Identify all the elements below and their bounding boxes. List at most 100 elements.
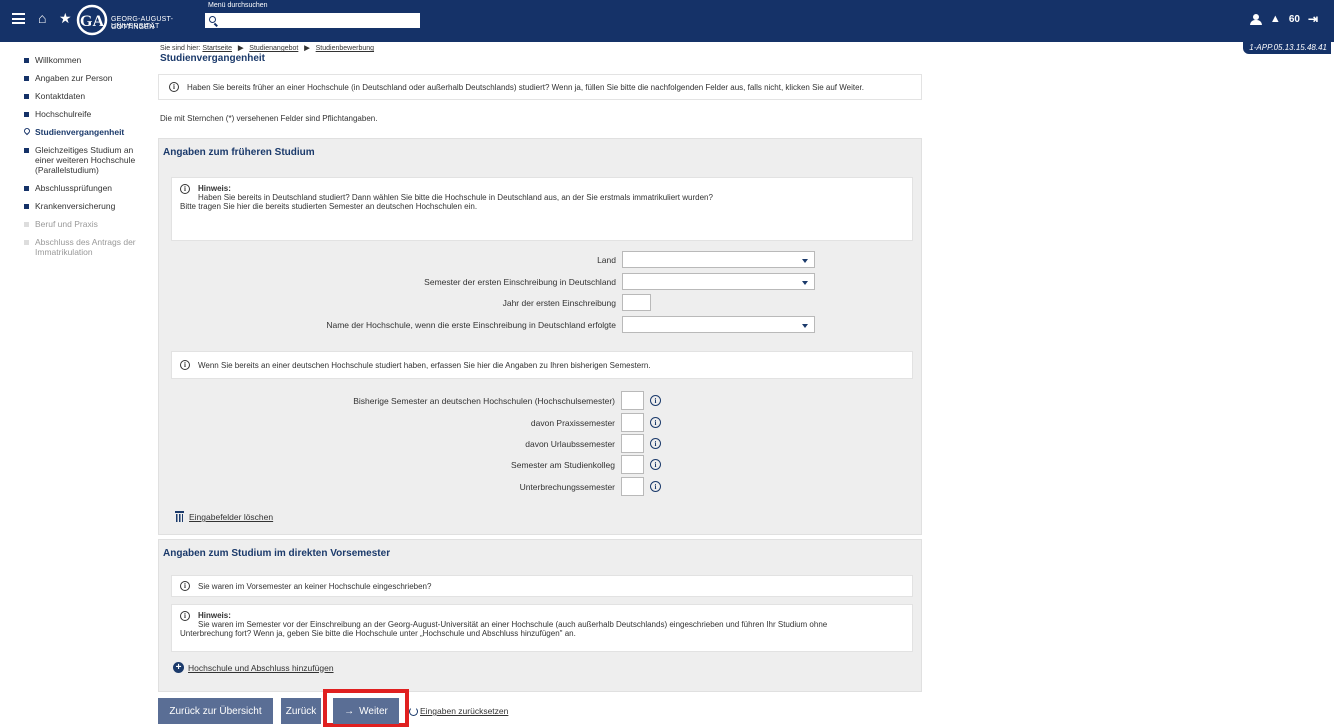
kolleg-semester-input[interactable]	[621, 455, 644, 474]
hint-body: Hinweis: Sie waren im Semester vor der E…	[198, 611, 827, 629]
section-title: Angaben zum früheren Studium	[163, 147, 315, 158]
menu-search-input[interactable]	[205, 13, 420, 28]
semester-label: davon Urlaubssemester	[525, 438, 615, 449]
sidebar-item-abschlusspruefungen[interactable]: Abschlussprüfungen	[24, 183, 154, 193]
next-button[interactable]: → Weiter	[333, 698, 399, 724]
page-title: Studienvergangenheit	[160, 53, 266, 64]
sidebar-item-parallelstudium[interactable]: Gleichzeitiges Studium an einer weiteren…	[24, 145, 154, 175]
land-select[interactable]	[622, 251, 815, 268]
hint-title: Hinweis:	[198, 611, 231, 620]
user-icon[interactable]	[1249, 13, 1262, 25]
chevron-down-icon	[802, 324, 808, 328]
chevron-right-icon: ▶	[304, 45, 310, 52]
no-previous-study-card: i Sie waren im Vorsemester an keiner Hoc…	[171, 575, 913, 597]
add-university-row: + Hochschule und Abschluss hinzufügen	[173, 662, 334, 673]
bell-icon[interactable]: ▲	[1270, 13, 1281, 25]
header-actions: ▲ 60 ⇥	[1249, 12, 1318, 26]
info-icon: i	[169, 82, 179, 92]
info-icon[interactable]: i	[650, 481, 661, 492]
location-pin-icon	[22, 126, 32, 136]
menu-icon[interactable]	[12, 13, 25, 24]
no-previous-study-text: Sie waren im Vorsemester an keiner Hochs…	[198, 581, 432, 591]
star-icon[interactable]: ★	[59, 10, 72, 27]
sidebar-item-label: Studienvergangenheit	[35, 127, 125, 137]
sidebar-nav: Willkommen Angaben zur Person Kontaktdat…	[22, 55, 154, 265]
university-row: Name der Hochschule, wenn die erste Eins…	[159, 316, 815, 333]
breadcrumb-startseite[interactable]: Startseite	[202, 45, 232, 52]
sidebar-item-label: Angaben zur Person	[35, 73, 113, 83]
bullet-icon	[24, 186, 29, 191]
info-icon: i	[180, 184, 190, 194]
sidebar-item-label: Abschlussprüfungen	[35, 183, 113, 193]
breadcrumb: Sie sind hier: Startseite ▶ Studienangeb…	[160, 44, 374, 52]
svg-text:GA: GA	[80, 13, 104, 30]
sidebar-item-hochschulreife[interactable]: Hochschulreife	[24, 109, 154, 119]
sidebar-item-kontaktdaten[interactable]: Kontaktdaten	[24, 91, 154, 101]
home-icon[interactable]: ⌂	[38, 10, 46, 26]
sidebar-item-krankenversicherung[interactable]: Krankenversicherung	[24, 201, 154, 211]
info-icon[interactable]: i	[650, 459, 661, 470]
semester-row-urlaub: davon Urlaubssemester i	[159, 434, 661, 453]
back-button[interactable]: Zurück	[281, 698, 321, 724]
menu-search-label: Menü durchsuchen	[208, 2, 268, 9]
bullet-icon	[24, 240, 29, 245]
semester-row-unterbrechung: Unterbrechungssemester i	[159, 477, 661, 496]
urlaub-semester-input[interactable]	[621, 434, 644, 453]
info-icon[interactable]: i	[650, 417, 661, 428]
arrow-right-icon: →	[344, 705, 355, 717]
sidebar-item-label: Beruf und Praxis	[35, 219, 98, 229]
breadcrumb-studienbewerbung[interactable]: Studienbewerbung	[316, 45, 374, 52]
info-icon[interactable]: i	[650, 438, 661, 449]
hint-line: Bitte tragen Sie hier die bereits studie…	[180, 202, 478, 211]
reset-inputs[interactable]: Eingaben zurücksetzen	[409, 706, 508, 716]
plus-circle-icon[interactable]: +	[173, 662, 184, 673]
sidebar-item-label: Willkommen	[35, 55, 82, 65]
hint-content: i Hinweis: Sie waren im Semester vor der…	[180, 611, 904, 629]
info-icon[interactable]: i	[650, 395, 661, 406]
sidebar-item-label: Hochschulreife	[35, 109, 92, 119]
unterbrechung-semester-input[interactable]	[621, 477, 644, 496]
sidebar-item-person[interactable]: Angaben zur Person	[24, 73, 154, 83]
semester-row-praxis: davon Praxissemester i	[159, 413, 661, 432]
sidebar-item-willkommen[interactable]: Willkommen	[24, 55, 154, 65]
year-first-input[interactable]	[622, 294, 651, 311]
add-university-link[interactable]: Hochschule und Abschluss hinzufügen	[188, 663, 334, 673]
bullet-icon	[24, 58, 29, 63]
next-button-label: Weiter	[359, 705, 388, 717]
semester-label: davon Praxissemester	[530, 417, 615, 428]
university-label: Name der Hochschule, wenn die erste Eins…	[326, 319, 616, 330]
section-title: Angaben zum Studium im direkten Vorsemes…	[163, 548, 391, 559]
university-select[interactable]	[622, 316, 815, 333]
praxis-semester-input[interactable]	[621, 413, 644, 432]
hint-body: Hinweis: Haben Sie bereits in Deutschlan…	[198, 184, 713, 202]
logout-icon[interactable]: ⇥	[1308, 12, 1318, 26]
info-icon: i	[180, 360, 190, 370]
semester-total-input[interactable]	[621, 391, 644, 410]
menu-search: Menü durchsuchen	[205, 2, 420, 28]
hint-line: Unterbrechung fort? Wenn ja, geben Sie b…	[180, 629, 576, 638]
sidebar-item-studienvergangenheit[interactable]: Studienvergangenheit	[22, 126, 154, 137]
semester-label: Semester am Studienkolleg	[511, 459, 615, 470]
breadcrumb-studienangebot[interactable]: Studienangebot	[249, 45, 298, 52]
hint-card: i Hinweis: Haben Sie bereits in Deutschl…	[171, 177, 913, 241]
bullet-icon	[24, 112, 29, 117]
sidebar-item-label: Krankenversicherung	[35, 201, 116, 211]
clear-fields-link[interactable]: Eingabefelder löschen	[189, 512, 273, 522]
trash-icon[interactable]	[175, 511, 184, 522]
info-icon: i	[180, 611, 190, 621]
semester-label: Unterbrechungssemester	[519, 481, 615, 492]
sidebar-item-label: Kontaktdaten	[35, 91, 86, 101]
semester-first-select[interactable]	[622, 273, 815, 290]
breadcrumb-prefix: Sie sind hier:	[160, 45, 201, 52]
chevron-right-icon: ▶	[237, 45, 244, 52]
hint-line: Haben Sie bereits in Deutschland studier…	[198, 193, 713, 202]
university-logo[interactable]: GA GEORG-AUGUST-UNIVERSITÄT GÖTTINGEN	[76, 4, 196, 36]
bullet-icon	[24, 204, 29, 209]
hint-title: Hinweis:	[198, 184, 231, 193]
back-to-overview-button[interactable]: Zurück zur Übersicht	[158, 698, 273, 724]
info-banner-text: Haben Sie bereits früher an einer Hochsc…	[187, 82, 864, 92]
reset-inputs-link[interactable]: Eingaben zurücksetzen	[420, 706, 508, 716]
semesters-info-text: Wenn Sie bereits an einer deutschen Hoch…	[198, 360, 651, 370]
previous-study-panel: Angaben zum früheren Studium i Hinweis: …	[158, 138, 922, 535]
bullet-icon	[24, 76, 29, 81]
